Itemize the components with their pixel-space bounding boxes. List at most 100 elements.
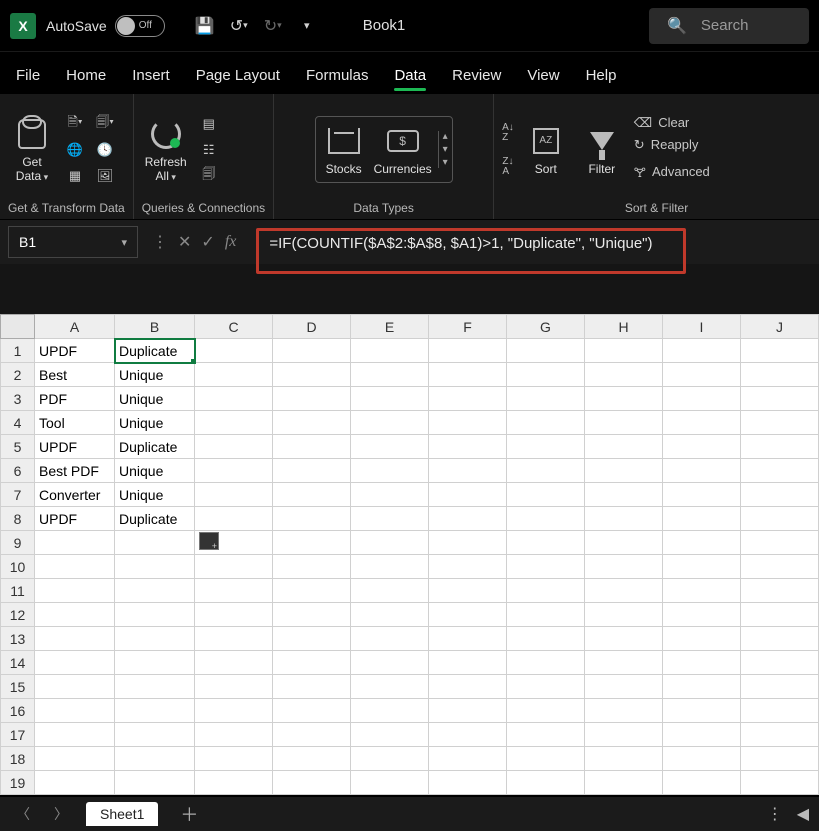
cell-G3[interactable] bbox=[507, 387, 585, 411]
cell-A7[interactable]: Converter bbox=[35, 483, 115, 507]
cell-I18[interactable] bbox=[663, 747, 741, 771]
add-sheet-button[interactable]: ＋ bbox=[170, 801, 208, 827]
cell-D11[interactable] bbox=[273, 579, 351, 603]
cell-F18[interactable] bbox=[429, 747, 507, 771]
cell-E11[interactable] bbox=[351, 579, 429, 603]
cell-F13[interactable] bbox=[429, 627, 507, 651]
column-header-J[interactable]: J bbox=[741, 315, 819, 339]
cell-B3[interactable]: Unique bbox=[115, 387, 195, 411]
cell-B19[interactable] bbox=[115, 771, 195, 795]
cell-B9[interactable] bbox=[115, 531, 195, 555]
cell-J16[interactable] bbox=[741, 699, 819, 723]
fx-icon[interactable]: fx bbox=[225, 233, 237, 251]
cell-H4[interactable] bbox=[585, 411, 663, 435]
recent-sources-icon[interactable]: 🗐▾ bbox=[94, 114, 116, 134]
cell-H3[interactable] bbox=[585, 387, 663, 411]
cell-H15[interactable] bbox=[585, 675, 663, 699]
row-header-13[interactable]: 13 bbox=[1, 627, 35, 651]
sheet-nav-next-icon[interactable]: 〉 bbox=[48, 804, 74, 824]
cell-E6[interactable] bbox=[351, 459, 429, 483]
cell-C16[interactable] bbox=[195, 699, 273, 723]
cell-C12[interactable] bbox=[195, 603, 273, 627]
cell-F3[interactable] bbox=[429, 387, 507, 411]
cell-H11[interactable] bbox=[585, 579, 663, 603]
cell-C13[interactable] bbox=[195, 627, 273, 651]
cell-G5[interactable] bbox=[507, 435, 585, 459]
cell-B1[interactable]: Duplicate bbox=[115, 339, 195, 363]
cell-B7[interactable]: Unique bbox=[115, 483, 195, 507]
select-all-corner[interactable] bbox=[1, 315, 35, 339]
cell-J3[interactable] bbox=[741, 387, 819, 411]
cell-F16[interactable] bbox=[429, 699, 507, 723]
cell-G2[interactable] bbox=[507, 363, 585, 387]
cell-F14[interactable] bbox=[429, 651, 507, 675]
qat-dropdown-icon[interactable]: ▾ bbox=[295, 14, 319, 38]
row-header-14[interactable]: 14 bbox=[1, 651, 35, 675]
row-header-12[interactable]: 12 bbox=[1, 603, 35, 627]
cell-D19[interactable] bbox=[273, 771, 351, 795]
cell-E16[interactable] bbox=[351, 699, 429, 723]
cell-G13[interactable] bbox=[507, 627, 585, 651]
cell-C4[interactable] bbox=[195, 411, 273, 435]
cell-C10[interactable] bbox=[195, 555, 273, 579]
column-header-G[interactable]: G bbox=[507, 315, 585, 339]
row-header-3[interactable]: 3 bbox=[1, 387, 35, 411]
cell-C11[interactable] bbox=[195, 579, 273, 603]
cell-G12[interactable] bbox=[507, 603, 585, 627]
cell-B2[interactable]: Unique bbox=[115, 363, 195, 387]
name-box[interactable]: B1 ▾ bbox=[8, 226, 138, 258]
cell-F8[interactable] bbox=[429, 507, 507, 531]
column-header-E[interactable]: E bbox=[351, 315, 429, 339]
cell-E18[interactable] bbox=[351, 747, 429, 771]
cell-B5[interactable]: Duplicate bbox=[115, 435, 195, 459]
cell-A17[interactable] bbox=[35, 723, 115, 747]
cell-A2[interactable]: Best bbox=[35, 363, 115, 387]
cell-E14[interactable] bbox=[351, 651, 429, 675]
from-picture-icon[interactable]: 🖼 bbox=[94, 166, 116, 186]
cell-C8[interactable] bbox=[195, 507, 273, 531]
cell-D12[interactable] bbox=[273, 603, 351, 627]
cell-F12[interactable] bbox=[429, 603, 507, 627]
cell-I17[interactable] bbox=[663, 723, 741, 747]
cell-H1[interactable] bbox=[585, 339, 663, 363]
cell-F15[interactable] bbox=[429, 675, 507, 699]
cell-A18[interactable] bbox=[35, 747, 115, 771]
row-header-9[interactable]: 9 bbox=[1, 531, 35, 555]
cell-D9[interactable] bbox=[273, 531, 351, 555]
cell-G10[interactable] bbox=[507, 555, 585, 579]
row-header-8[interactable]: 8 bbox=[1, 507, 35, 531]
formula-input[interactable]: =IF(COUNTIF($A$2:$A$8, $A1)>1, "Duplicat… bbox=[269, 235, 652, 252]
cell-F7[interactable] bbox=[429, 483, 507, 507]
cell-H7[interactable] bbox=[585, 483, 663, 507]
cell-I3[interactable] bbox=[663, 387, 741, 411]
get-data-button[interactable]: Get Data bbox=[8, 116, 56, 182]
cell-A16[interactable] bbox=[35, 699, 115, 723]
cell-I1[interactable] bbox=[663, 339, 741, 363]
row-header-10[interactable]: 10 bbox=[1, 555, 35, 579]
row-header-11[interactable]: 11 bbox=[1, 579, 35, 603]
tab-review[interactable]: Review bbox=[452, 59, 501, 94]
filter-button[interactable]: Filter bbox=[578, 123, 626, 176]
cell-B8[interactable]: Duplicate bbox=[115, 507, 195, 531]
cell-J17[interactable] bbox=[741, 723, 819, 747]
cell-D15[interactable] bbox=[273, 675, 351, 699]
row-header-2[interactable]: 2 bbox=[1, 363, 35, 387]
cell-B6[interactable]: Unique bbox=[115, 459, 195, 483]
cell-J14[interactable] bbox=[741, 651, 819, 675]
cell-B17[interactable] bbox=[115, 723, 195, 747]
data-types-gallery[interactable]: Stocks Currencies ▴▾▾ bbox=[315, 116, 453, 183]
cell-F10[interactable] bbox=[429, 555, 507, 579]
queries-icon[interactable]: ▤ bbox=[198, 114, 220, 134]
cell-J7[interactable] bbox=[741, 483, 819, 507]
cell-H18[interactable] bbox=[585, 747, 663, 771]
row-header-15[interactable]: 15 bbox=[1, 675, 35, 699]
cell-E3[interactable] bbox=[351, 387, 429, 411]
cell-B18[interactable] bbox=[115, 747, 195, 771]
cell-A15[interactable] bbox=[35, 675, 115, 699]
cell-G8[interactable] bbox=[507, 507, 585, 531]
cell-C2[interactable] bbox=[195, 363, 273, 387]
cell-D10[interactable] bbox=[273, 555, 351, 579]
cell-I7[interactable] bbox=[663, 483, 741, 507]
cell-H2[interactable] bbox=[585, 363, 663, 387]
cell-C19[interactable] bbox=[195, 771, 273, 795]
